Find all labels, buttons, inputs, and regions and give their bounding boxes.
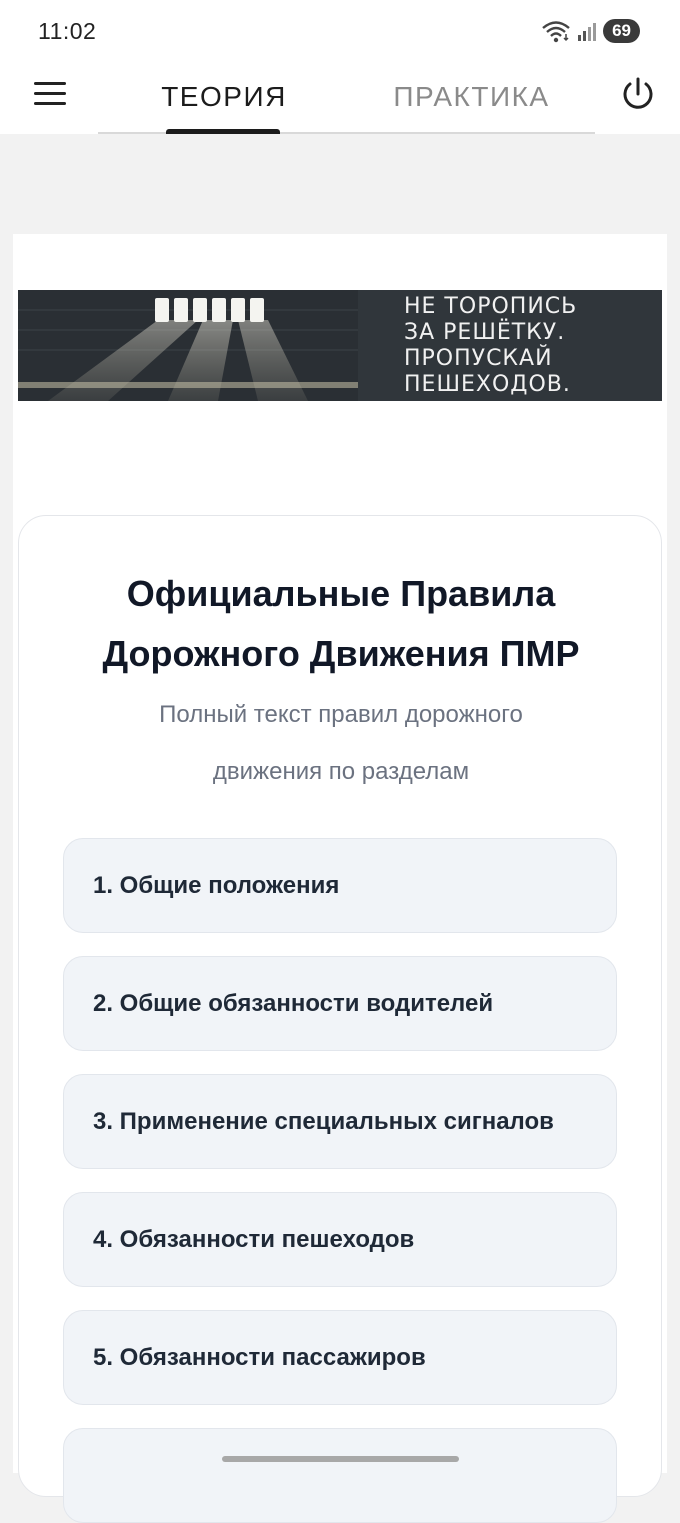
banner-line: ЗА РЕШЁТКУ. xyxy=(404,320,566,345)
section-item-6[interactable] xyxy=(63,1428,617,1523)
section-label: 4. Обязанности пешеходов xyxy=(93,1226,415,1253)
wifi-icon xyxy=(542,21,570,43)
status-icons: 69 xyxy=(541,18,640,44)
main-content: НЕ ТОРОПИСЬ ЗА РЕШЁТКУ. ПРОПУСКАЙ ПЕШЕХО… xyxy=(13,234,667,1523)
subtitle-line: Полный текст правил дорожного xyxy=(159,701,523,728)
home-indicator[interactable] xyxy=(222,1456,459,1462)
title-line: Дорожного Движения ПМР xyxy=(102,633,580,674)
app-bar: ТЕОРИЯ ПРАКТИКА xyxy=(0,62,680,134)
cellular-signal-icon xyxy=(578,23,597,41)
banner-line: НЕ ТОРОПИСЬ xyxy=(404,294,578,319)
tab-active-indicator xyxy=(166,129,280,134)
title-line: Официальные Правила xyxy=(126,573,556,614)
status-bar: 11:02 69 xyxy=(0,0,680,62)
hamburger-menu-icon[interactable] xyxy=(32,78,70,112)
power-icon[interactable] xyxy=(618,74,658,114)
banner-ad[interactable]: НЕ ТОРОПИСЬ ЗА РЕШЁТКУ. ПРОПУСКАЙ ПЕШЕХО… xyxy=(18,290,662,401)
tab-theory[interactable]: ТЕОРИЯ xyxy=(160,72,288,122)
status-time: 11:02 xyxy=(38,18,97,44)
section-item-2[interactable]: 2. Общие обязанности водителей xyxy=(63,956,617,1051)
section-label: 3. Применение специальных сигналов xyxy=(93,1108,554,1135)
battery-badge: 69 xyxy=(603,19,640,43)
tab-practice[interactable]: ПРАКТИКА xyxy=(384,72,559,122)
banner-text: НЕ ТОРОПИСЬ ЗА РЕШЁТКУ. ПРОПУСКАЙ ПЕШЕХО… xyxy=(404,294,662,398)
page-title: Официальные Правила Дорожного Движения П… xyxy=(39,564,643,684)
banner-line: ПЕШЕХОДОВ. xyxy=(404,372,571,397)
rules-card: Официальные Правила Дорожного Движения П… xyxy=(18,515,662,1523)
section-label: 1. Общие положения xyxy=(93,872,340,899)
subtitle-line: движения по разделам xyxy=(212,758,470,785)
section-item-4[interactable]: 4. Обязанности пешеходов xyxy=(63,1192,617,1287)
section-item-3[interactable]: 3. Применение специальных сигналов xyxy=(63,1074,617,1169)
section-item-5[interactable]: 5. Обязанности пассажиров xyxy=(63,1310,617,1405)
page-subtitle: Полный текст правил дорожного движения п… xyxy=(79,686,603,800)
section-label: 5. Обязанности пассажиров xyxy=(93,1344,426,1371)
section-item-1[interactable]: 1. Общие положения xyxy=(63,838,617,933)
section-label: 2. Общие обязанности водителей xyxy=(93,990,494,1017)
banner-line: ПРОПУСКАЙ xyxy=(404,346,553,371)
